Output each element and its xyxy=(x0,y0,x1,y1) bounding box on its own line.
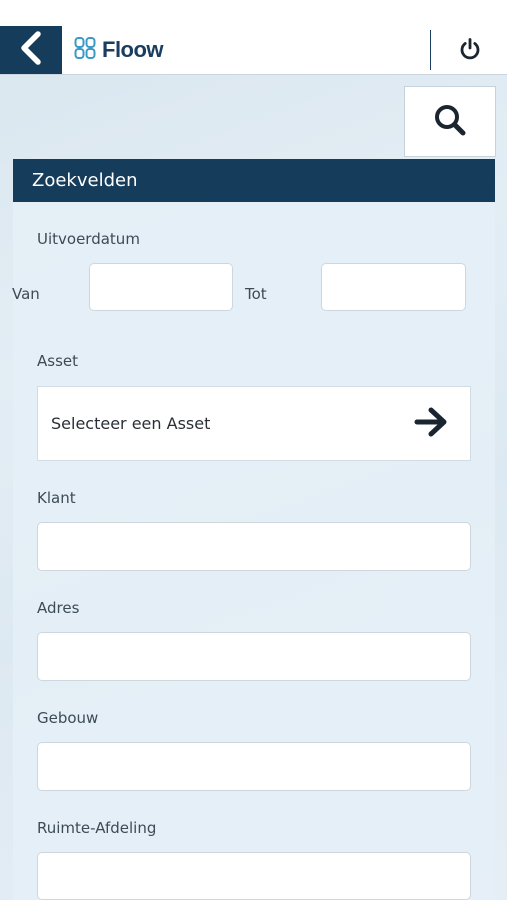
asset-label: Asset xyxy=(37,352,79,370)
klant-label: Klant xyxy=(37,489,76,507)
logo-mark-icon xyxy=(74,36,96,64)
search-icon xyxy=(433,103,467,141)
search-button[interactable] xyxy=(404,86,496,157)
floow-logo: Floow xyxy=(74,36,164,64)
chevron-left-icon xyxy=(18,31,44,69)
asset-select-button[interactable]: Selecteer een Asset xyxy=(37,386,471,461)
adres-input[interactable] xyxy=(37,632,471,681)
header-divider xyxy=(430,30,431,70)
power-icon xyxy=(459,37,481,65)
van-label: Van xyxy=(12,285,40,303)
logo-text: Floow xyxy=(102,37,164,62)
tot-label: Tot xyxy=(245,285,267,303)
back-button[interactable] xyxy=(0,26,62,74)
gebouw-input[interactable] xyxy=(37,742,471,791)
tot-date-input[interactable] xyxy=(321,263,466,311)
ruimte-afdeling-input[interactable] xyxy=(37,852,471,900)
asset-select-text: Selecteer een Asset xyxy=(51,414,211,433)
gebouw-label: Gebouw xyxy=(37,709,99,727)
ruimte-afdeling-label: Ruimte-Afdeling xyxy=(37,819,157,837)
panel-title: Zoekvelden xyxy=(13,159,495,202)
arrow-right-icon xyxy=(414,405,450,443)
adres-label: Adres xyxy=(37,599,80,617)
top-bar: Floow xyxy=(0,0,507,75)
power-button[interactable] xyxy=(448,36,492,66)
klant-input[interactable] xyxy=(37,522,471,571)
van-date-input[interactable] xyxy=(89,263,233,311)
uitvoerdatum-label: Uitvoerdatum xyxy=(37,230,140,248)
